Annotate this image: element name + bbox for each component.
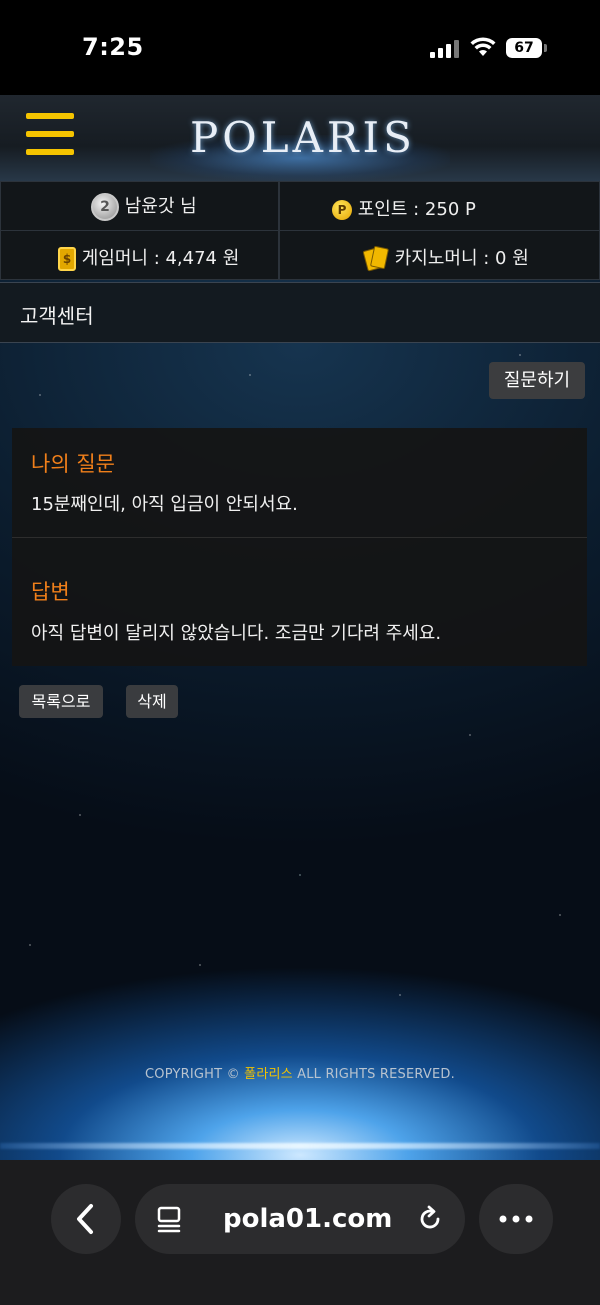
app-content: POLARIS 2 남윤갓 님 P 포인트 : 250 P ⟳전환 $ 게임머니…	[0, 95, 600, 1160]
user-info-panel: 2 남윤갓 님 P 포인트 : 250 P ⟳전환 $ 게임머니 : 4,474…	[0, 181, 600, 280]
more-options-button[interactable]	[479, 1184, 553, 1254]
delete-button[interactable]: 삭제	[126, 685, 178, 718]
status-time: 7:25	[82, 33, 144, 61]
username-cell: 2 남윤갓 님	[0, 181, 279, 231]
answer-title: 답변	[31, 580, 70, 604]
copyright-brand: 폴라리스	[244, 1067, 293, 1082]
copyright-footer: COPYRIGHT © 폴라리스 ALL RIGHTS RESERVED.	[0, 1063, 600, 1082]
qa-panel: 나의 질문 15분째인데, 아직 입금이 안되서요. 답변 아직 답변이 달리지…	[12, 428, 587, 666]
chevron-left-icon	[77, 1204, 93, 1234]
qa-divider	[12, 537, 587, 538]
game-money-icon: $	[58, 247, 76, 271]
menu-hamburger-icon[interactable]	[26, 113, 74, 157]
url-text: pola01.com	[223, 1204, 393, 1234]
site-logo[interactable]: POLARIS	[190, 112, 412, 164]
username-label: 남윤갓 님	[124, 196, 197, 217]
page-title: 고객센터	[20, 304, 94, 328]
logo-text: POLARIS	[190, 113, 416, 162]
ellipsis-icon	[499, 1215, 533, 1223]
back-to-list-button[interactable]: 목록으로	[19, 685, 103, 718]
casino-money-label: 카지노머니 : 0 원	[394, 248, 529, 269]
question-text: 15분째인데, 아직 입금이 안되서요.	[31, 494, 298, 515]
browser-back-button[interactable]	[51, 1184, 121, 1254]
battery-indicator: 67	[506, 38, 547, 58]
points-cell: P 포인트 : 250 P ⟳전환	[279, 181, 600, 231]
reload-icon[interactable]	[415, 1204, 445, 1234]
address-bar[interactable]: pola01.com	[135, 1184, 465, 1254]
point-coin-icon: P	[332, 200, 352, 220]
page-title-bar: 고객센터	[0, 282, 600, 343]
tab-layout-icon	[157, 1206, 181, 1233]
question-title: 나의 질문	[31, 452, 115, 476]
copyright-prefix: COPYRIGHT ©	[145, 1067, 245, 1082]
status-bar: 7:25 67	[0, 0, 600, 95]
site-header: POLARIS	[0, 95, 600, 181]
horizon-glow	[0, 1143, 600, 1149]
wifi-icon	[470, 37, 496, 56]
copyright-suffix: ALL RIGHTS RESERVED.	[292, 1067, 455, 1082]
cellular-signal-icon	[430, 40, 460, 58]
ask-question-button[interactable]: 질문하기	[489, 362, 585, 399]
points-label: 포인트 : 250 P	[357, 199, 476, 220]
rank-badge-icon: 2	[91, 193, 119, 221]
game-money-cell: $ 게임머니 : 4,474 원	[0, 230, 279, 280]
casino-cards-icon	[362, 245, 390, 272]
answer-text: 아직 답변이 달리지 않았습니다. 조금만 기다려 주세요.	[31, 623, 442, 644]
game-money-label: 게임머니 : 4,474 원	[81, 248, 240, 269]
casino-money-cell: 카지노머니 : 0 원	[279, 230, 600, 280]
browser-toolbar: pola01.com	[0, 1160, 600, 1305]
